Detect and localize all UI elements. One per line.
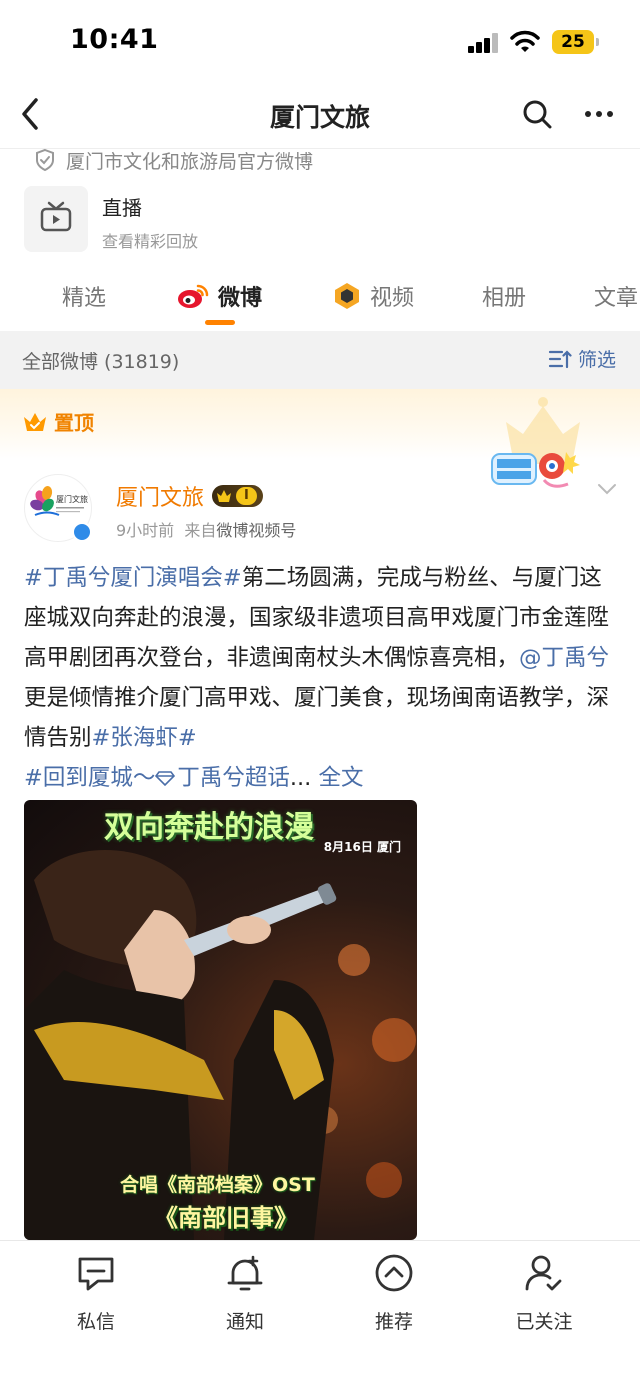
- bottom-nav-label: 私信: [76, 1311, 115, 1333]
- message-icon: [78, 1257, 114, 1291]
- more-options-icon[interactable]: [582, 97, 616, 131]
- tv-icon: [40, 201, 72, 232]
- supertopic-link[interactable]: 丁禹兮超话: [155, 765, 290, 791]
- mention-link[interactable]: @丁禹兮: [519, 645, 609, 671]
- hashtag-link[interactable]: #张海虾#: [92, 725, 197, 751]
- post-body: #丁禹兮厦门演唱会#第二场圆满，完成与粉丝、与厦门这座城双向奔赴的浪漫，国家级非…: [24, 558, 618, 798]
- status-time: 10:41: [70, 24, 159, 55]
- bottom-nav-label: 通知: [225, 1311, 264, 1333]
- post-time: 9小时前: [116, 521, 175, 540]
- video-caption-date: 8月16日 厦门: [323, 840, 401, 854]
- tab-featured[interactable]: 精选: [62, 280, 106, 312]
- tab-album[interactable]: 相册: [482, 280, 526, 312]
- recommend-icon: [375, 1254, 413, 1292]
- post-meta: 9小时前 来自微博视频号: [116, 517, 296, 541]
- bottom-nav-following[interactable]: 已关注: [494, 1251, 594, 1334]
- live-subtitle: 查看精彩回放: [102, 232, 199, 251]
- national-day-badge-art: [491, 397, 580, 488]
- top-nav-bar: 厦门文旅: [0, 84, 640, 146]
- bottom-nav-label: 已关注: [515, 1311, 573, 1333]
- active-tab-indicator: [205, 320, 235, 325]
- svg-text:厦门文旅: 厦门文旅: [56, 494, 88, 504]
- diamond-icon: [155, 771, 176, 787]
- wifi-icon: [510, 30, 540, 52]
- cellular-signal-icon: [468, 33, 500, 53]
- hashtag-link[interactable]: #丁禹兮厦门演唱会#: [24, 565, 242, 591]
- tab-articles[interactable]: 文章: [594, 280, 638, 312]
- weibo-filter-bar: 全部微博 (31819) 筛选: [0, 331, 640, 389]
- tab-video[interactable]: 视频: [332, 280, 414, 312]
- weibo-count: 全部微博 (31819): [22, 351, 180, 373]
- source-prefix: 来自: [184, 521, 217, 540]
- post-author[interactable]: 厦门文旅 I: [116, 480, 263, 512]
- video-caption-bottom1: 合唱《南部档案》OST: [120, 1174, 315, 1196]
- chevron-down-icon[interactable]: [596, 481, 618, 497]
- filter-button[interactable]: 筛选: [548, 345, 616, 372]
- tab-weibo[interactable]: 微博: [176, 280, 262, 312]
- video-channel-icon: [335, 283, 359, 309]
- battery-indicator: 25: [552, 30, 599, 54]
- post-video-thumbnail[interactable]: 双向奔赴的浪漫 8月16日 厦门 合唱《南部档案》OST 《南部旧事》: [24, 800, 417, 1240]
- live-replay-entry[interactable]: 直播 查看精彩回放: [24, 186, 624, 254]
- vip-crown-icon: [217, 490, 232, 502]
- author-name: 厦门文旅: [116, 486, 205, 511]
- live-icon-box: [24, 186, 88, 252]
- full-text-link[interactable]: 全文: [318, 765, 363, 791]
- verification-text: 厦门市文化和旅游局官方微博: [66, 150, 314, 173]
- shield-check-icon: [36, 148, 54, 172]
- bottom-nav-notifications[interactable]: 通知: [195, 1251, 295, 1334]
- video-caption-bottom2: 《南部旧事》: [154, 1204, 298, 1232]
- live-title: 直播: [102, 196, 142, 220]
- video-caption-top: 双向奔赴的浪漫: [104, 810, 314, 845]
- ellipsis: ...: [289, 765, 319, 791]
- hashtag-link[interactable]: #回到厦城～: [24, 765, 155, 791]
- profile-tabs: 精选 微博 视频 相册 文章: [0, 270, 640, 330]
- bottom-nav-bar: 私信 通知 推荐 已关注: [0, 1240, 640, 1385]
- status-bar: 10:41 25: [0, 0, 640, 80]
- followed-icon: [525, 1255, 562, 1291]
- weibo-logo-icon: [178, 284, 209, 308]
- vip-badge: I: [212, 485, 263, 507]
- verified-v-badge: [72, 522, 92, 542]
- post-source[interactable]: 微博视频号: [216, 521, 296, 540]
- official-verification: 厦门市文化和旅游局官方微博: [34, 146, 313, 174]
- pinned-label: 置顶: [22, 407, 94, 436]
- bell-icon: [227, 1255, 263, 1291]
- search-icon[interactable]: [520, 97, 554, 131]
- bottom-nav-recommend[interactable]: 推荐: [344, 1251, 444, 1334]
- vip-level: I: [236, 487, 257, 505]
- filter-icon: [548, 349, 572, 368]
- crown-icon: [24, 412, 46, 431]
- bottom-nav-messages[interactable]: 私信: [46, 1251, 146, 1334]
- bottom-nav-label: 推荐: [374, 1311, 413, 1333]
